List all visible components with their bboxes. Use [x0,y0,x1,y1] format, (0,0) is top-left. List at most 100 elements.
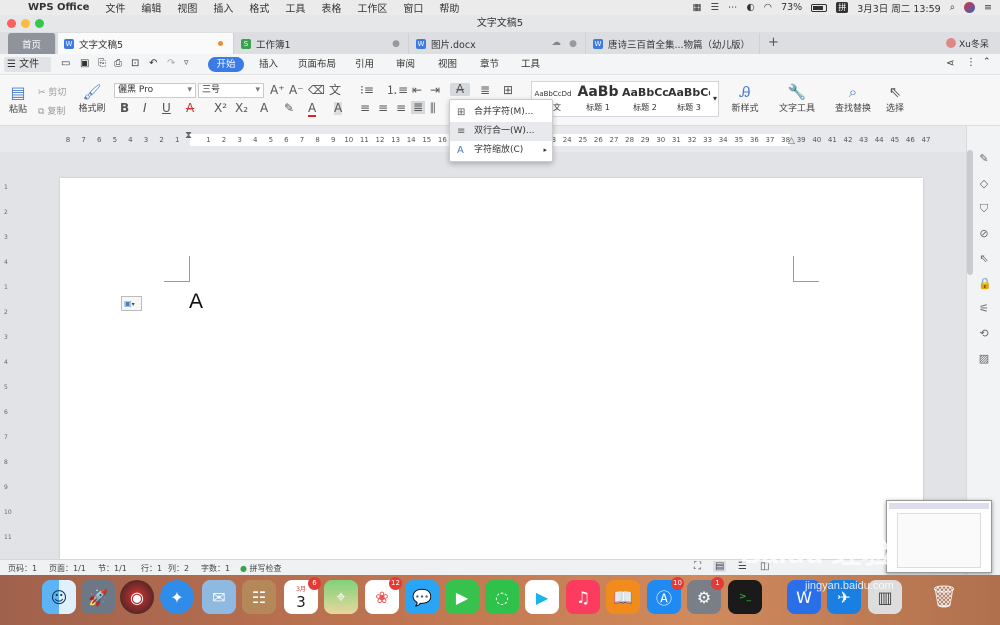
more-options-icon[interactable]: ⋮ [966,57,976,68]
increase-indent-icon[interactable]: ⇥ [430,84,440,97]
music-icon[interactable]: ♫ [566,580,600,614]
paste-options-icon[interactable]: ▣▾ [121,296,142,311]
text-tools-button[interactable]: 🔧 文字工具 [775,83,819,114]
italic-icon[interactable]: I [143,102,147,115]
menu-item-two-lines-in-one[interactable]: ≡ 双行合一(W)... [450,122,552,141]
font-name-select[interactable]: 儷黑 Pro ▾ [114,83,196,98]
tab-insert[interactable]: 插入 [259,57,278,72]
preview-icon[interactable]: ⊡ [131,58,139,69]
zoom-window-button[interactable] [35,19,44,28]
spell-check-toggle[interactable]: ● 拼写检查 [240,563,282,574]
input-method-icon[interactable]: 拼 [836,2,849,13]
menu-file[interactable]: 文件 [97,0,133,15]
underline-icon[interactable]: U [162,102,171,115]
right-indent-marker-icon[interactable]: △ [788,136,795,146]
increase-font-icon[interactable]: A⁺ [270,84,285,97]
style-heading-2[interactable]: AaBbCc 标题 2 [622,82,669,116]
books-icon[interactable]: 📖 [606,580,640,614]
tab-references[interactable]: 引用 [355,57,374,72]
cut-button[interactable]: ✂ 剪切 [38,85,66,98]
menu-window[interactable]: 窗口 [395,0,431,15]
menu-tools[interactable]: 工具 [277,0,313,15]
wifi-icon[interactable]: ◠ [764,2,772,13]
menu-item-merge-chars[interactable]: ⊞ 合并字符(M)... [450,103,552,122]
screenshot-thumbnail[interactable] [886,500,992,573]
vertical-ruler[interactable]: 1234123456789101112 [0,152,16,566]
text-effect-icon[interactable]: A [260,102,268,115]
terminal-icon[interactable]: >_ [728,580,762,614]
focus-mode-icon[interactable]: ⛶ [694,561,701,572]
adjust-icon[interactable]: ⚟ [978,303,990,315]
collapse-ribbon-icon[interactable]: ⌃ [983,57,991,67]
export-icon[interactable]: ⎘ [98,58,106,69]
trash-icon[interactable]: 🗑 [927,580,961,614]
launchpad-icon[interactable]: 🚀 [81,580,115,614]
close-tab-icon[interactable]: ● [569,39,577,49]
vertical-scrollbar[interactable] [967,150,973,275]
tray-dots-icon[interactable]: ⋯ [728,2,738,13]
menu-edit[interactable]: 编辑 [133,0,169,15]
messages-icon[interactable]: 💬 [405,580,439,614]
finder-icon[interactable]: ☺ [42,580,76,614]
app-store-icon[interactable]: Ⓐ 10 [647,577,684,614]
style-heading-3[interactable]: AaBbCc 标题 3 [668,82,710,116]
history-icon[interactable]: ⟲ [978,328,990,340]
compass-icon[interactable]: ⊘ [978,228,990,240]
undo-icon[interactable]: ↶ [149,58,157,69]
menu-table[interactable]: 表格 [313,0,349,15]
justify-icon[interactable]: ≣ [411,101,425,114]
calendar-icon[interactable]: 3月 3 6 [284,577,321,614]
tray-grid-icon[interactable]: ▦ [692,2,701,13]
style-heading-1[interactable]: AaBb 标题 1 [576,82,620,116]
tab-chapter[interactable]: 章节 [480,57,499,72]
tab-page-layout[interactable]: 页面布局 [298,57,336,72]
clock[interactable]: 3月3日 周二 13:59 [857,1,941,15]
page-view-icon[interactable]: ▤ [713,561,727,572]
decrease-font-icon[interactable]: A⁻ [289,84,304,97]
main-menu-button[interactable]: ☰ 文件 [4,57,51,72]
redo-icon[interactable]: ↷ [167,58,175,69]
pointer-icon[interactable]: ⇖ [978,253,990,265]
system-preferences-icon[interactable]: ⚙ 1 [687,577,724,614]
bold-icon[interactable]: B [120,102,129,115]
document-text[interactable]: A [189,290,203,314]
user-avatar[interactable] [946,38,956,48]
find-replace-button[interactable]: ⌕ 查找替换 [830,83,876,114]
user-name[interactable]: Xu冬呆 [959,37,989,50]
char-shading-icon[interactable]: A [334,102,343,115]
chinese-layout-icon[interactable]: A̶ [450,83,470,96]
facetime-icon[interactable]: ▶ [445,580,479,614]
print-icon[interactable]: ⎙ [114,58,122,69]
siri-icon[interactable] [964,2,976,13]
wechat-icon[interactable]: ◌ [485,580,519,614]
font-color-icon[interactable]: A [308,102,317,117]
align-right-icon[interactable]: ≡ [396,102,406,115]
image-icon[interactable]: ▨ [978,353,990,365]
phonetic-guide-icon[interactable]: 文 [329,84,341,97]
tab-home[interactable]: 首页 [8,33,56,54]
borders-icon[interactable]: ⊞ [503,84,513,97]
siri-icon[interactable]: ◉ [120,580,154,614]
tab-document-5[interactable]: W 文字文稿5 [58,33,234,54]
safari-icon[interactable]: ✦ [160,580,194,614]
menu-workspace[interactable]: 工作区 [349,0,395,15]
align-center-icon[interactable]: ≡ [378,102,388,115]
tray-menu-icon[interactable]: ☰ [710,2,719,13]
numbering-icon[interactable]: ⒈≡ [386,84,408,97]
share-icon[interactable]: ⋖ [946,58,954,69]
battery-icon[interactable] [811,3,828,12]
highlight-icon[interactable]: ✎ [284,102,294,115]
tab-workbook-1[interactable]: S 工作簿1 ● [235,33,409,54]
document-page[interactable]: ▣▾ A [60,178,923,559]
photos-icon[interactable]: ❀ 12 [365,577,402,614]
superscript-icon[interactable]: X² [214,102,227,115]
select-button[interactable]: ⇖ 选择 [880,83,910,114]
notification-center-icon[interactable]: ≡ [984,2,992,13]
menu-view[interactable]: 视图 [169,0,205,15]
tab-tools[interactable]: 工具 [521,57,540,72]
tab-tang-poems[interactable]: W 唐诗三百首全集...物篇（幼儿版） [587,33,760,54]
shapes-icon[interactable]: ◇ [978,178,990,190]
close-window-button[interactable] [7,19,16,28]
distribute-icon[interactable]: ⫼ [430,102,436,115]
fill-icon[interactable]: ⛉ [978,203,990,215]
